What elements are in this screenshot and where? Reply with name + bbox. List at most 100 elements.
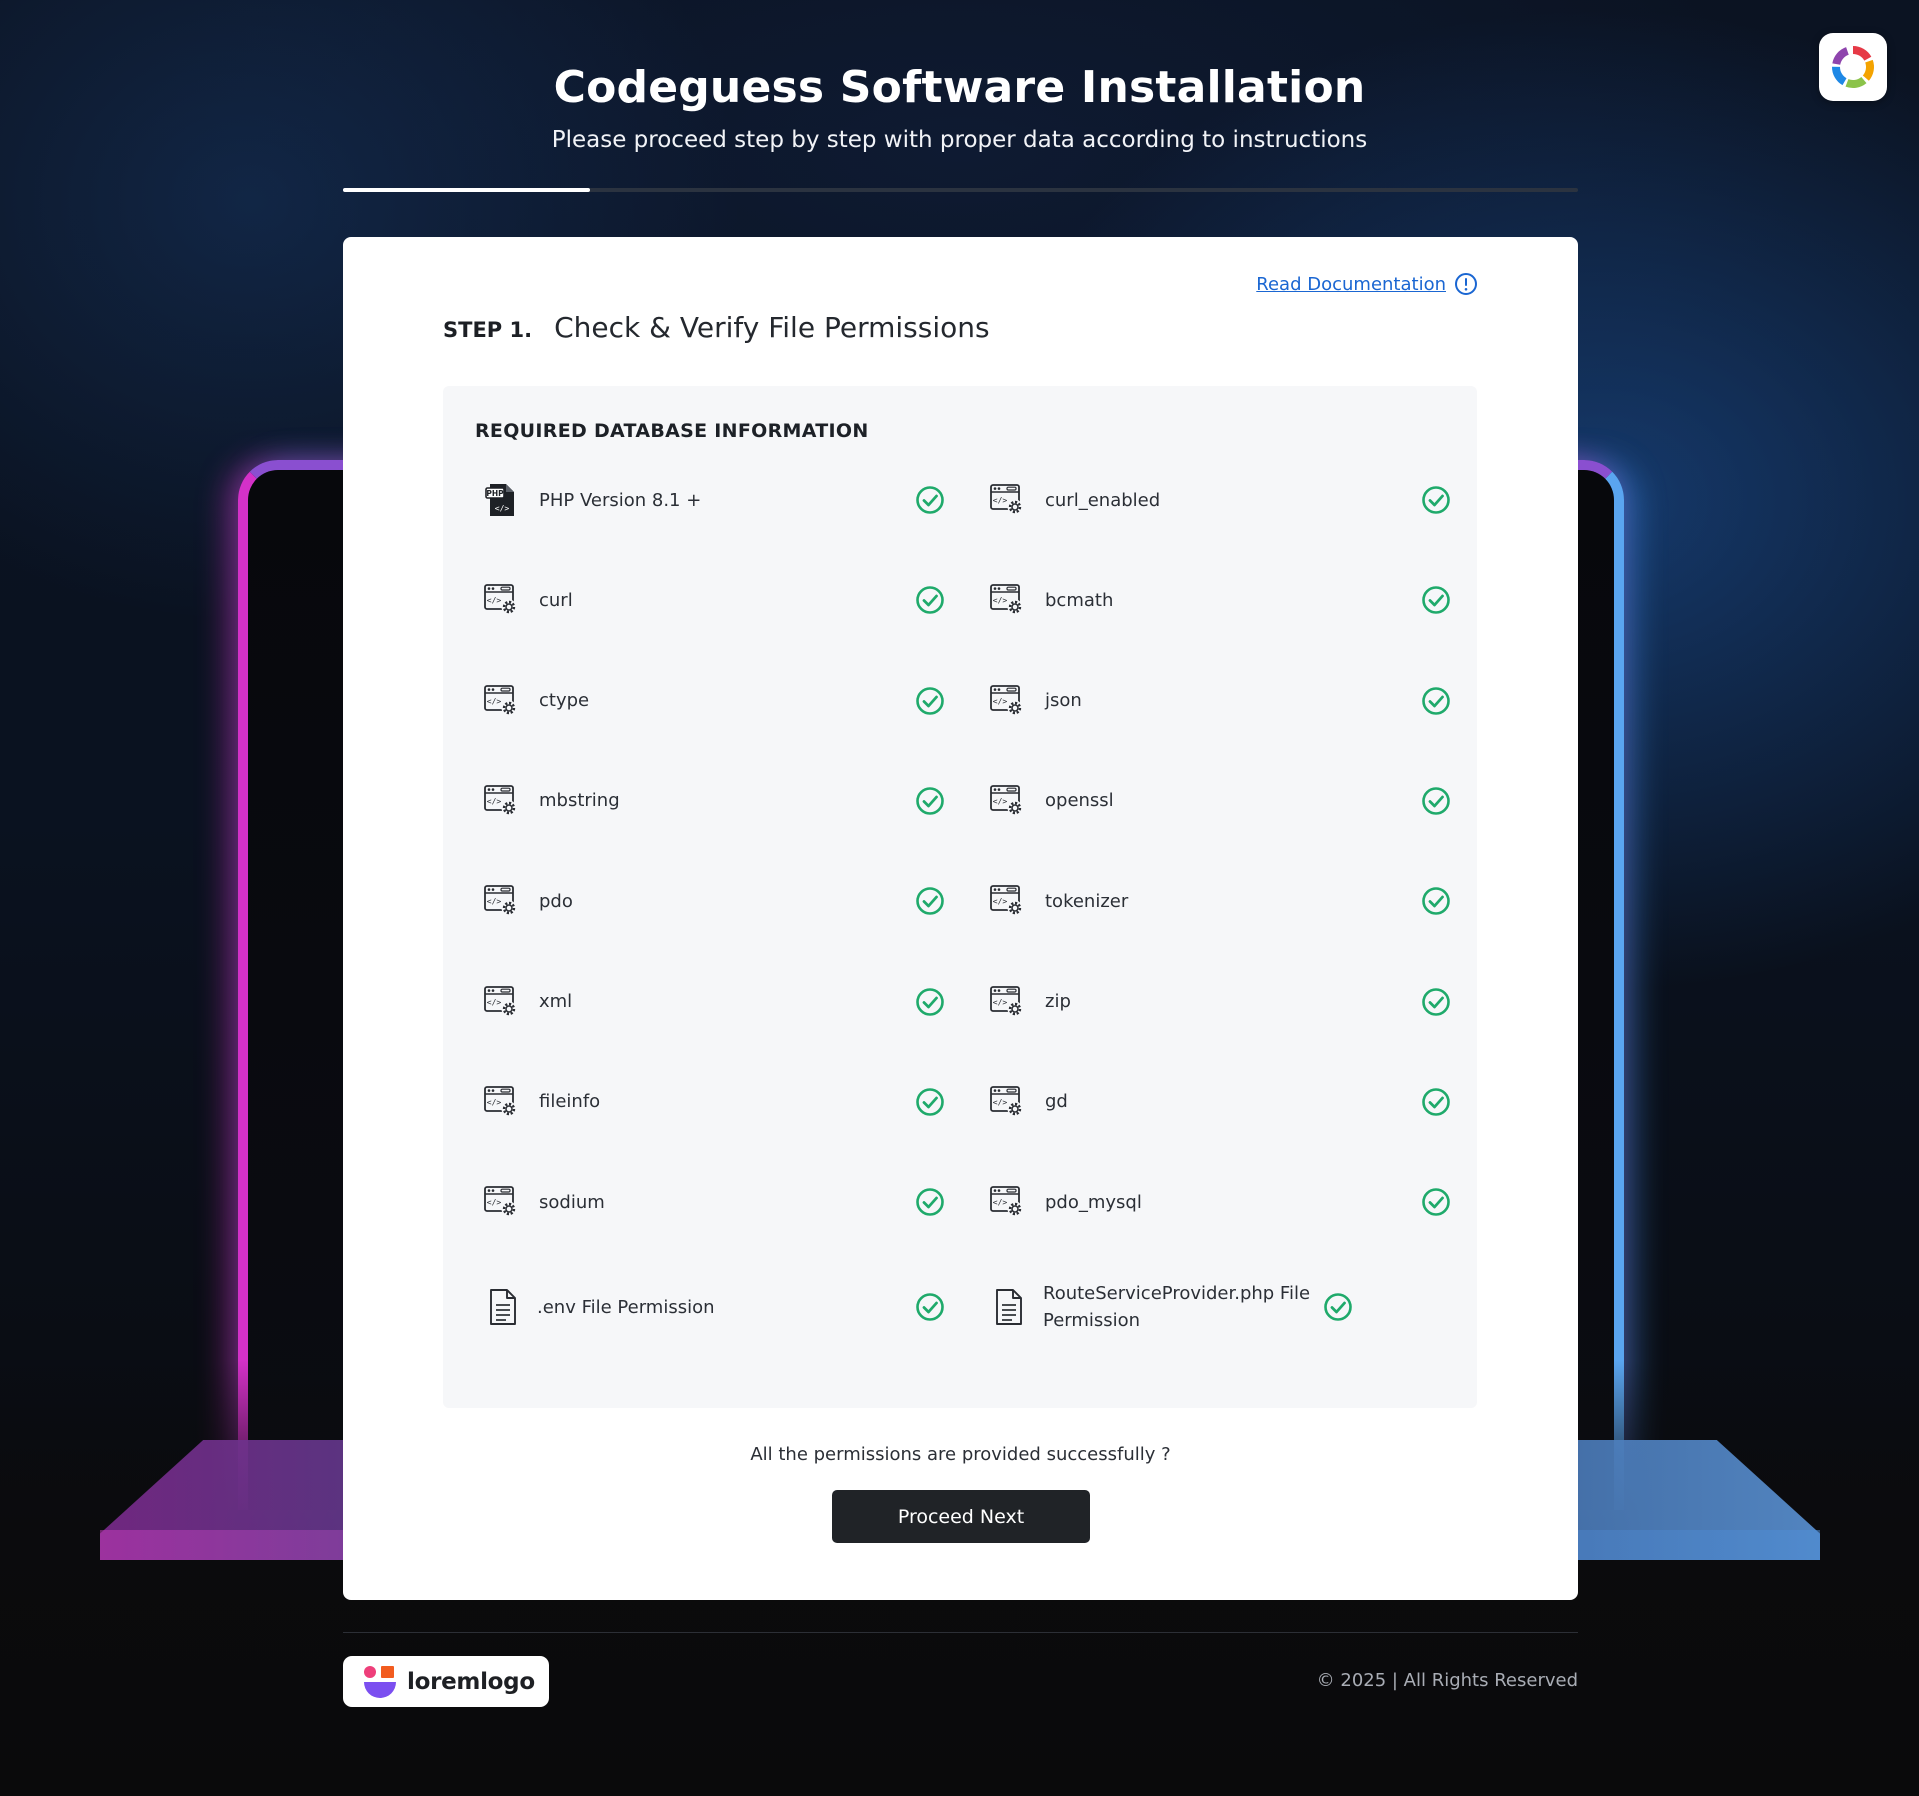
check-circle-icon <box>915 686 945 716</box>
install-progress-fill <box>343 188 590 192</box>
requirement-label: xml <box>539 991 573 1012</box>
svg-text:</>: </> <box>993 897 1008 906</box>
info-circle-icon <box>1455 273 1477 295</box>
check-circle-icon <box>915 485 945 515</box>
svg-text:</>: </> <box>487 1198 502 1207</box>
check-circle-icon <box>1421 886 1451 916</box>
svg-text:</>: </> <box>487 998 502 1007</box>
svg-text:</>: </> <box>487 897 502 906</box>
extension-gear-icon: </> <box>483 1184 519 1220</box>
svg-text:</>: </> <box>993 998 1008 1007</box>
extension-gear-icon: </> <box>989 582 1025 618</box>
svg-text:</>: </> <box>993 697 1008 706</box>
check-circle-icon <box>915 1292 945 1322</box>
requirement-label: sodium <box>539 1191 605 1213</box>
requirement-label: gd <box>1045 1091 1068 1113</box>
requirement-item: </> json <box>979 671 1462 731</box>
document-icon <box>485 1289 521 1326</box>
requirement-item: </> gd <box>979 1072 1462 1132</box>
php-file-icon: PHP </> <box>483 482 519 518</box>
read-documentation-link[interactable]: Read Documentation <box>1256 272 1478 296</box>
check-circle-icon <box>915 987 945 1017</box>
loremlogo-mark-icon <box>364 1665 396 1698</box>
requirement-item: </> zip <box>979 972 1462 1032</box>
install-progress-bar <box>343 188 1578 192</box>
requirement-label: curl_enabled <box>1045 489 1161 511</box>
extension-gear-icon: </> <box>483 683 519 719</box>
svg-text:</>: </> <box>495 504 510 513</box>
requirement-item: </> curl <box>473 570 956 630</box>
requirement-label: pdo_mysql <box>1045 1191 1142 1213</box>
svg-text:</>: </> <box>487 596 502 605</box>
step-number: STEP 1. <box>443 318 533 342</box>
footer-logo-text: loremlogo <box>407 1668 535 1695</box>
check-circle-icon <box>1421 585 1451 615</box>
requirement-label: fileinfo <box>539 1091 601 1113</box>
requirement-item: </> pdo <box>473 871 956 931</box>
extension-gear-icon: </> <box>989 1084 1025 1120</box>
requirement-item: </> sodium <box>473 1172 956 1232</box>
extension-gear-icon: </> <box>989 783 1025 819</box>
svg-text:</>: </> <box>487 697 502 706</box>
extension-gear-icon: </> <box>483 582 519 618</box>
requirement-item: RouteServiceProvider.php File Permission <box>979 1272 1462 1342</box>
extension-gear-icon: </> <box>989 1184 1025 1220</box>
svg-text:</>: </> <box>487 797 502 806</box>
requirement-item: </> ctype <box>473 671 956 731</box>
requirement-label: PHP Version 8.1 + <box>539 489 702 511</box>
proceed-next-button[interactable]: Proceed Next <box>832 1490 1090 1543</box>
requirement-item: </> fileinfo <box>473 1072 956 1132</box>
check-circle-icon <box>915 786 945 816</box>
step-heading: STEP 1. Check & Verify File Permissions <box>443 311 990 344</box>
requirement-item: </> xml <box>473 972 956 1032</box>
requirements-panel-title: REQUIRED DATABASE INFORMATION <box>475 420 869 442</box>
svg-text:</>: </> <box>993 1098 1008 1107</box>
requirement-label: bcmath <box>1045 589 1114 611</box>
check-circle-icon <box>1421 485 1451 515</box>
check-circle-icon <box>1421 1187 1451 1217</box>
extension-gear-icon: </> <box>989 683 1025 719</box>
check-circle-icon <box>1421 987 1451 1017</box>
requirement-label: ctype <box>539 690 590 712</box>
confirm-text: All the permissions are provided success… <box>750 1444 1171 1465</box>
requirement-label: tokenizer <box>1045 890 1129 912</box>
extension-gear-icon: </> <box>483 1084 519 1120</box>
extension-gear-icon: </> <box>483 883 519 919</box>
check-circle-icon <box>915 886 945 916</box>
requirement-item: </> tokenizer <box>979 871 1462 931</box>
copyright-text: © 2025 | All Rights Reserved <box>1316 1670 1578 1691</box>
requirement-label: json <box>1045 690 1082 712</box>
document-icon <box>991 1289 1027 1326</box>
extension-gear-icon: </> <box>989 482 1025 518</box>
requirement-item: .env File Permission <box>473 1272 956 1342</box>
requirement-item: </> pdo_mysql <box>979 1172 1462 1232</box>
requirements-panel: REQUIRED DATABASE INFORMATION PHP </> PHP … <box>443 386 1477 1408</box>
check-circle-icon <box>1421 786 1451 816</box>
requirement-label: zip <box>1045 991 1071 1012</box>
read-documentation-label: Read Documentation <box>1256 273 1446 295</box>
extension-gear-icon: </> <box>483 783 519 819</box>
svg-text:</>: </> <box>993 496 1008 505</box>
check-circle-icon <box>1421 686 1451 716</box>
requirement-item: </> bcmath <box>979 570 1462 630</box>
svg-text:</>: </> <box>993 596 1008 605</box>
requirement-item: </> curl_enabled <box>979 470 1462 530</box>
requirement-item: </> openssl <box>979 771 1462 831</box>
svg-text:</>: </> <box>993 797 1008 806</box>
requirement-item: PHP </> PHP Version 8.1 + <box>473 470 956 530</box>
check-circle-icon <box>915 1187 945 1217</box>
check-circle-icon <box>1323 1292 1353 1322</box>
requirement-label: openssl <box>1045 790 1114 812</box>
check-circle-icon <box>915 585 945 615</box>
check-circle-icon <box>1421 1087 1451 1117</box>
svg-text:</>: </> <box>993 1198 1008 1207</box>
requirement-label: curl <box>539 589 573 611</box>
step-title: Check & Verify File Permissions <box>554 311 990 344</box>
footer-logo[interactable]: loremlogo <box>343 1656 549 1707</box>
check-circle-icon <box>915 1087 945 1117</box>
requirement-item: </> mbstring <box>473 771 956 831</box>
page-subtitle: Please proceed step by step with proper … <box>551 127 1368 153</box>
extension-gear-icon: </> <box>989 883 1025 919</box>
extension-gear-icon: </> <box>989 984 1025 1020</box>
requirement-label: pdo <box>539 890 573 912</box>
